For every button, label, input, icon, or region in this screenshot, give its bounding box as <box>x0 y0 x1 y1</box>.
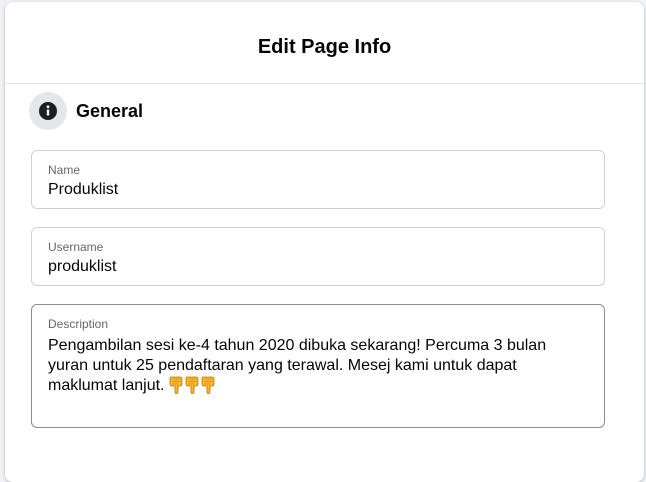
description-text: Pengambilan sesi ke-4 tahun 2020 dibuka … <box>48 337 551 394</box>
description-textarea[interactable]: Pengambilan sesi ke-4 tahun 2020 dibuka … <box>48 336 588 396</box>
pointing-down-hand-icon <box>169 376 182 394</box>
pointing-down-hand-icon <box>185 376 198 394</box>
name-field[interactable]: Name Produklist <box>31 150 605 209</box>
info-icon <box>29 92 67 130</box>
username-field-value[interactable]: produklist <box>48 257 588 277</box>
description-field[interactable]: Description Pengambilan sesi ke-4 tahun … <box>31 304 605 428</box>
section-title: General <box>76 100 144 121</box>
pointing-down-hands <box>169 376 217 394</box>
username-field-label: Username <box>48 240 104 254</box>
name-field-label: Name <box>48 163 81 177</box>
name-field-value[interactable]: Produklist <box>48 180 588 200</box>
dialog-header: Edit Page Info <box>5 2 644 84</box>
description-field-label: Description <box>48 317 109 331</box>
username-field[interactable]: Username produklist <box>31 227 605 286</box>
general-section-header: General <box>29 92 143 130</box>
dialog-title: Edit Page Info <box>257 36 392 58</box>
pointing-down-hand-icon <box>201 376 214 394</box>
